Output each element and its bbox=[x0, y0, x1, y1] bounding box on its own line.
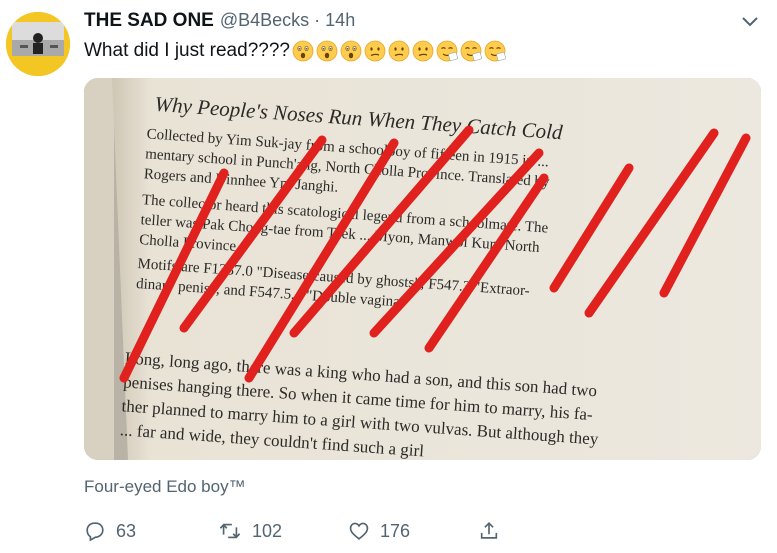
reply-icon bbox=[86, 522, 104, 542]
avatar[interactable] bbox=[6, 12, 70, 76]
tweet-text: What did I just read???? bbox=[84, 40, 508, 62]
tweet[interactable]: THE SAD ONE @B4Becks · 14h What did I ju… bbox=[0, 0, 777, 553]
tweet-header: THE SAD ONE @B4Becks · 14h bbox=[84, 10, 355, 36]
share-icon bbox=[480, 522, 498, 539]
display-name[interactable]: THE SAD ONE bbox=[84, 10, 214, 32]
chevron-down-icon[interactable] bbox=[740, 14, 760, 30]
retweet-button[interactable]: 102 bbox=[218, 516, 282, 546]
confused-face-icon bbox=[388, 40, 410, 62]
separator: · bbox=[314, 10, 321, 30]
tweet-text-body: What did I just read???? bbox=[84, 40, 290, 61]
reply-count: 63 bbox=[116, 520, 137, 541]
retweet-icon bbox=[219, 523, 241, 539]
timestamp[interactable]: 14h bbox=[325, 10, 355, 31]
retweet-count: 102 bbox=[252, 520, 283, 541]
astonished-face-icon bbox=[292, 40, 314, 62]
reply-button[interactable]: 63 bbox=[84, 516, 136, 546]
like-button[interactable]: 176 bbox=[348, 516, 410, 546]
sneezing-face-icon bbox=[436, 40, 458, 62]
astonished-face-icon bbox=[316, 40, 338, 62]
emoji-row bbox=[292, 40, 508, 62]
share-button[interactable] bbox=[478, 516, 510, 546]
heart-icon bbox=[349, 522, 369, 540]
like-count: 176 bbox=[380, 520, 411, 541]
confused-face-icon bbox=[364, 40, 386, 62]
sneezing-face-icon bbox=[460, 40, 482, 62]
user-handle[interactable]: @B4Becks bbox=[220, 10, 309, 31]
action-bar: 63 102 176 bbox=[84, 516, 514, 546]
avatar-image bbox=[6, 12, 70, 76]
astonished-face-icon bbox=[340, 40, 362, 62]
book-page-photo: Why People's Noses Run When They Catch C… bbox=[84, 78, 761, 460]
sneezing-face-icon bbox=[484, 40, 506, 62]
confused-face-icon bbox=[412, 40, 434, 62]
image-caption[interactable]: Four-eyed Edo boy™ bbox=[84, 477, 246, 497]
tweet-image[interactable]: Why People's Noses Run When They Catch C… bbox=[84, 78, 761, 460]
